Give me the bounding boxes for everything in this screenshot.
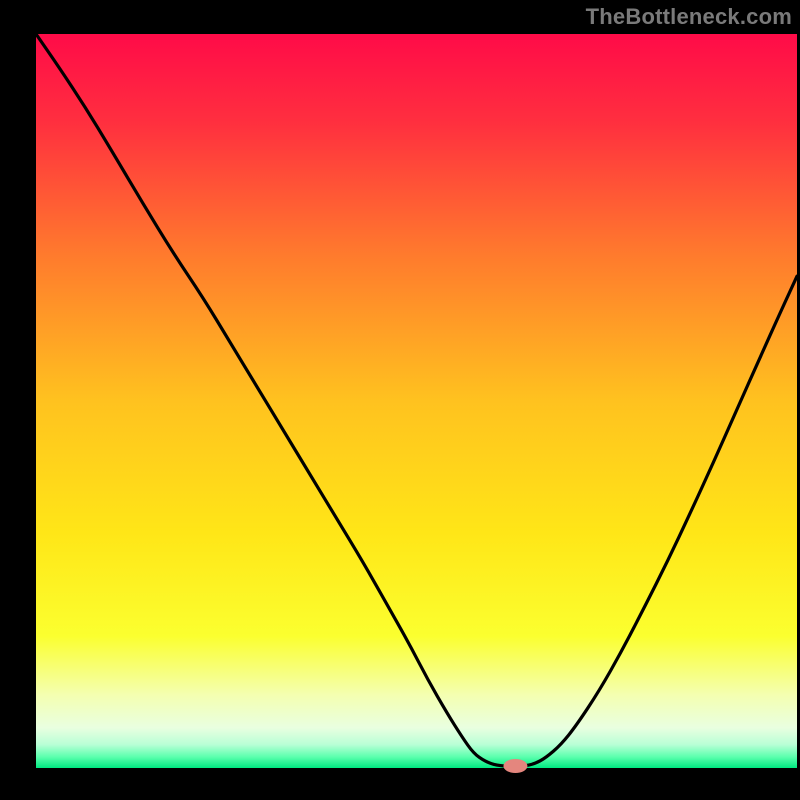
bottleneck-chart: [0, 0, 800, 800]
watermark-text: TheBottleneck.com: [586, 4, 792, 30]
optimal-point-marker: [503, 759, 527, 773]
